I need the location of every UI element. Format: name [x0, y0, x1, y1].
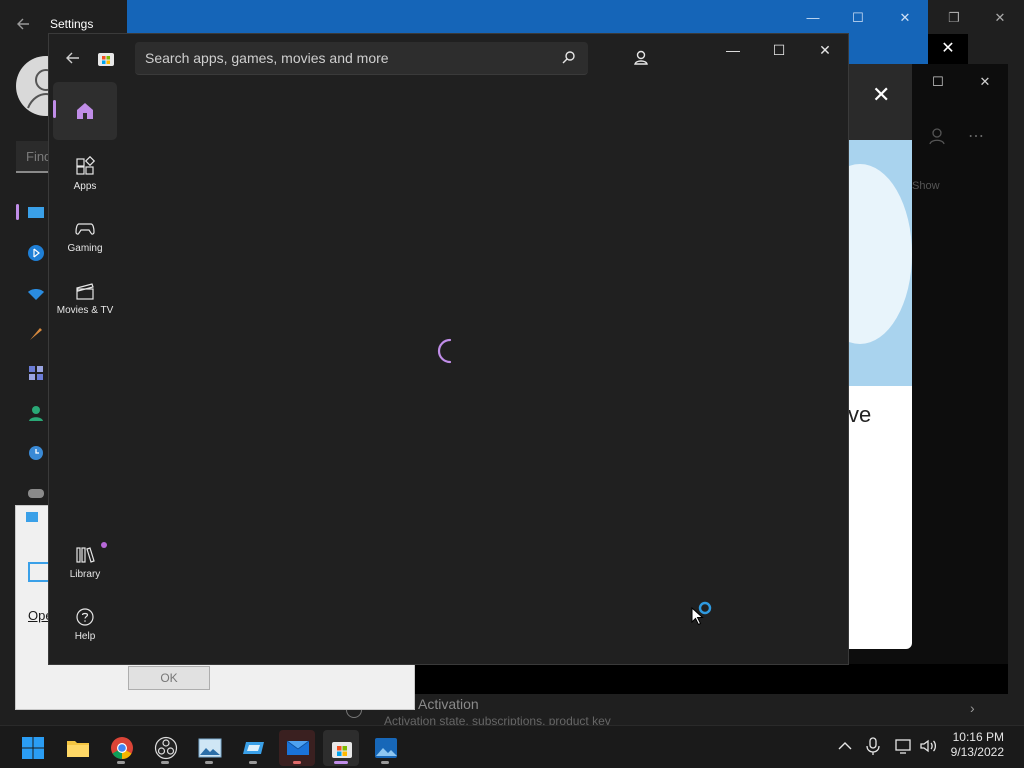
microphone-icon[interactable]: [863, 736, 883, 756]
running-indicator: [381, 761, 389, 764]
active-indicator: [53, 100, 56, 118]
microsoft-store-logo-icon: [96, 48, 116, 68]
obs-button[interactable]: [147, 730, 183, 766]
system-icon[interactable]: [27, 204, 45, 222]
ok-button[interactable]: OK: [128, 666, 210, 690]
search-input[interactable]: [135, 42, 535, 74]
chrome-button[interactable]: [103, 730, 139, 766]
time-language-icon[interactable]: [27, 444, 45, 462]
mail-button[interactable]: [279, 730, 315, 766]
search-box[interactable]: [135, 42, 588, 75]
photos-button[interactable]: [191, 730, 227, 766]
back-icon[interactable]: [14, 14, 34, 34]
bluetooth-icon[interactable]: [27, 244, 45, 262]
photos-viewer-button[interactable]: [367, 730, 403, 766]
running-indicator: [249, 761, 257, 764]
panel-header: ✕: [848, 64, 912, 140]
help-icon: [74, 606, 96, 628]
close-icon[interactable]: ✕: [808, 40, 842, 60]
nav-movies-tv[interactable]: Movies & TV: [53, 270, 117, 328]
activation-row[interactable]: Activation Activation state, subscriptio…: [346, 694, 1010, 728]
clock[interactable]: 10:16 PM 9/13/2022: [951, 730, 1004, 760]
clock-time: 10:16 PM: [952, 730, 1004, 744]
loading-spinner-icon: [432, 336, 462, 366]
nav-label: Library: [69, 569, 101, 580]
minimize-icon[interactable]: —: [800, 8, 826, 28]
running-indicator: [161, 761, 169, 764]
windows-security-icon: [243, 742, 264, 754]
windows-security-button[interactable]: [235, 730, 271, 766]
maximize-icon[interactable]: ☐: [845, 8, 871, 28]
obs-icon: [154, 736, 178, 760]
gaming-settings-icon[interactable]: [27, 484, 45, 502]
activation-title: Activation: [418, 696, 479, 712]
nav-apps[interactable]: Apps: [53, 146, 117, 204]
taskbar: 10:16 PM 9/13/2022: [0, 725, 1024, 768]
running-indicator: [117, 761, 125, 764]
file-explorer-button[interactable]: [59, 730, 95, 766]
running-indicator: [334, 761, 348, 764]
maximize-icon[interactable]: ☐: [928, 72, 948, 92]
network-icon[interactable]: [27, 285, 45, 303]
nav-gaming[interactable]: Gaming: [53, 208, 117, 266]
nav-label: Gaming: [67, 243, 103, 254]
photos-viewer-icon: [375, 738, 397, 758]
apps-icon: [74, 156, 96, 178]
accounts-icon[interactable]: [27, 404, 45, 422]
close-icon[interactable]: ✕: [928, 34, 968, 64]
back-icon[interactable]: [63, 48, 83, 68]
right-panel-card: ✕ ve: [848, 64, 912, 649]
mail-icon: [286, 740, 310, 755]
start-button[interactable]: [14, 730, 50, 766]
nav-label: Help: [74, 631, 96, 642]
microsoft-store-window: — ☐ ✕ Apps Gaming Movies & TV Library: [48, 33, 849, 665]
panel-heading: ve: [848, 402, 872, 427]
running-indicator: [293, 761, 301, 764]
nav-library[interactable]: Library: [53, 534, 117, 592]
file-explorer-icon: [67, 741, 89, 757]
personalization-icon[interactable]: [27, 325, 45, 343]
close-icon[interactable]: ✕: [892, 8, 918, 28]
busy-cursor-icon: [690, 600, 720, 630]
chevron-right-icon[interactable]: ›: [970, 700, 975, 716]
microsoft-store-button[interactable]: [323, 730, 359, 766]
photos-icon: [198, 738, 222, 758]
show-label: Show: [912, 180, 940, 192]
nav-help[interactable]: Help: [53, 596, 117, 654]
library-icon: [74, 544, 96, 566]
more-icon[interactable]: ⋯: [968, 126, 984, 146]
running-indicator: [205, 761, 213, 764]
nav-home[interactable]: [53, 82, 117, 140]
clock-date: 9/13/2022: [950, 745, 1004, 759]
minimize-icon[interactable]: —: [716, 40, 750, 60]
show-hidden-icons-icon[interactable]: [835, 736, 855, 756]
gaming-icon: [74, 218, 96, 240]
home-icon: [74, 100, 96, 122]
apps-settings-icon[interactable]: [27, 364, 45, 382]
start-icon: [22, 737, 44, 759]
settings-close-icon[interactable]: ✕: [990, 8, 1010, 28]
volume-icon[interactable]: [918, 736, 938, 756]
settings-restore-icon[interactable]: ❐: [944, 8, 964, 28]
network-icon[interactable]: [894, 736, 914, 756]
close-icon[interactable]: ✕: [975, 72, 995, 92]
close-icon[interactable]: ✕: [872, 82, 890, 108]
nav-label: Apps: [73, 181, 97, 192]
account-icon[interactable]: [629, 46, 653, 70]
notification-dot: [101, 542, 107, 548]
microsoft-store-icon: [332, 742, 352, 758]
search-icon[interactable]: [561, 50, 577, 66]
chrome-icon: [111, 737, 133, 759]
movies-icon: [74, 280, 96, 302]
add-user-icon[interactable]: [928, 126, 948, 146]
settings-title: Settings: [50, 17, 94, 31]
nav-label: Movies & TV: [56, 305, 114, 316]
app-icon: [26, 512, 38, 522]
maximize-icon[interactable]: ☐: [762, 40, 796, 60]
selected-indicator: [16, 204, 19, 220]
